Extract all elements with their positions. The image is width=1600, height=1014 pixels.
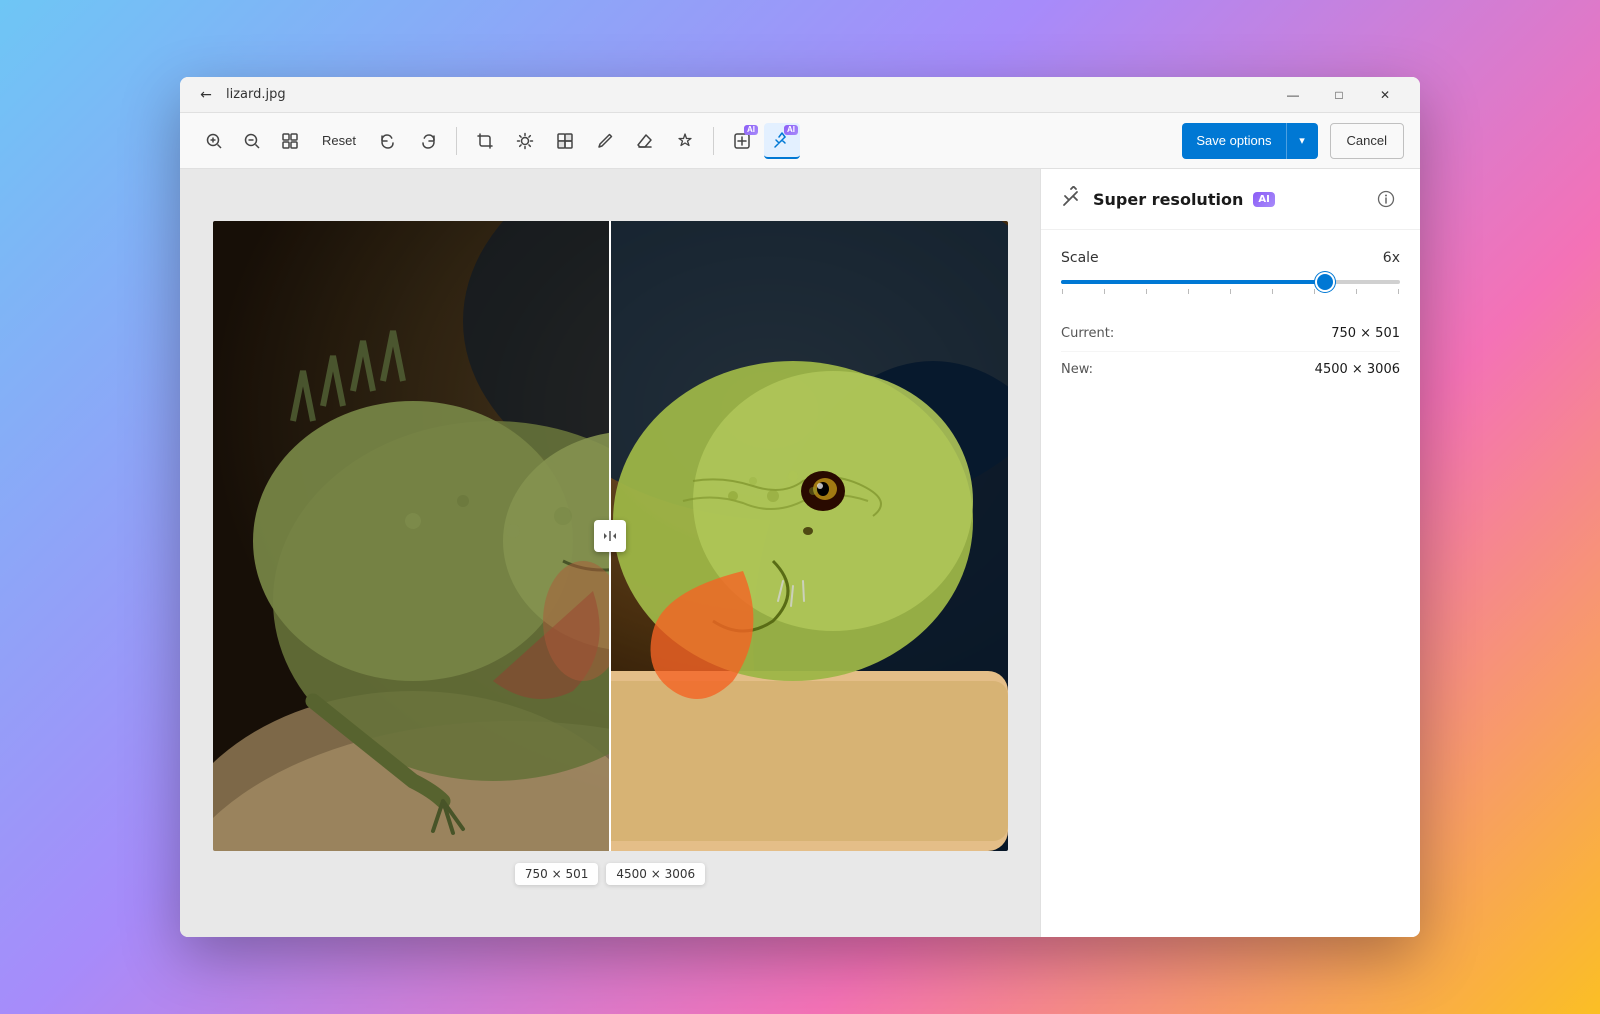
effect-button[interactable] xyxy=(667,123,703,159)
tick-2 xyxy=(1104,289,1105,294)
main-content: 750 × 501 4500 × 3006 Super resolution A… xyxy=(180,169,1420,937)
tick-1 xyxy=(1062,289,1063,294)
maximize-button[interactable]: □ xyxy=(1316,77,1362,113)
scale-value: 6x xyxy=(1383,250,1400,266)
new-value: 4500 × 3006 xyxy=(1315,362,1400,377)
draw-button[interactable] xyxy=(587,123,623,159)
current-label: Current: xyxy=(1061,326,1114,341)
tick-9 xyxy=(1398,289,1399,294)
image-right xyxy=(610,221,1008,851)
current-value: 750 × 501 xyxy=(1331,326,1400,341)
zoom-controls xyxy=(196,123,308,159)
generative-erase-button[interactable]: AI xyxy=(724,123,760,159)
slider-container xyxy=(1061,280,1400,294)
image-left xyxy=(213,221,611,851)
zoom-out-button[interactable] xyxy=(234,123,270,159)
app-window: ← lizard.jpg — □ ✕ Reset xyxy=(180,77,1420,937)
panel-info-button[interactable] xyxy=(1372,185,1400,213)
minimize-button[interactable]: — xyxy=(1270,77,1316,113)
image-area: 750 × 501 4500 × 3006 xyxy=(180,169,1040,937)
tick-5 xyxy=(1230,289,1231,294)
fit-button[interactable] xyxy=(272,123,308,159)
save-options-group: Save options ▾ xyxy=(1182,123,1317,159)
comparison-handle[interactable] xyxy=(594,520,626,552)
save-options-button[interactable]: Save options xyxy=(1182,123,1285,159)
window-title: lizard.jpg xyxy=(226,87,286,102)
slider-thumb[interactable] xyxy=(1317,274,1333,290)
back-button[interactable]: ← xyxy=(192,81,220,109)
tick-6 xyxy=(1272,289,1273,294)
ai-badge-super-res: AI xyxy=(784,125,798,135)
side-panel: Super resolution AI Scale 6x xyxy=(1040,169,1420,937)
scale-label: Scale xyxy=(1061,250,1099,266)
image-labels: 750 × 501 4500 × 3006 xyxy=(515,863,705,885)
image-container xyxy=(213,221,1008,851)
save-options-dropdown-button[interactable]: ▾ xyxy=(1286,123,1318,159)
toolbar: Reset AI xyxy=(180,113,1420,169)
tick-7 xyxy=(1314,289,1315,294)
crop-button[interactable] xyxy=(467,123,503,159)
slider-fill xyxy=(1061,280,1325,284)
erase-button[interactable] xyxy=(627,123,663,159)
undo-button[interactable] xyxy=(370,123,406,159)
panel-title: Super resolution xyxy=(1093,190,1243,209)
scale-row: Scale 6x xyxy=(1061,250,1400,266)
slider-track xyxy=(1061,280,1400,284)
zoom-in-button[interactable] xyxy=(196,123,232,159)
new-size-label: 4500 × 3006 xyxy=(606,863,705,885)
color-button[interactable] xyxy=(547,123,583,159)
divider-1 xyxy=(456,127,457,155)
titlebar: ← lizard.jpg — □ ✕ xyxy=(180,77,1420,113)
tick-8 xyxy=(1356,289,1357,294)
panel-icon xyxy=(1061,186,1083,213)
tick-3 xyxy=(1146,289,1147,294)
panel-ai-badge: AI xyxy=(1253,192,1274,207)
redo-button[interactable] xyxy=(410,123,446,159)
panel-body: Scale 6x xyxy=(1041,230,1420,937)
cancel-button[interactable]: Cancel xyxy=(1330,123,1404,159)
divider-2 xyxy=(713,127,714,155)
reset-button[interactable]: Reset xyxy=(312,123,366,159)
ai-badge-generative: AI xyxy=(744,125,758,135)
close-button[interactable]: ✕ xyxy=(1362,77,1408,113)
current-size-row: Current: 750 × 501 xyxy=(1061,316,1400,352)
brightness-button[interactable] xyxy=(507,123,543,159)
super-resolution-button[interactable]: AI xyxy=(764,123,800,159)
new-size-row: New: 4500 × 3006 xyxy=(1061,352,1400,387)
new-label: New: xyxy=(1061,362,1093,377)
panel-header: Super resolution AI xyxy=(1041,169,1420,230)
window-controls: — □ ✕ xyxy=(1270,77,1408,113)
tick-4 xyxy=(1188,289,1189,294)
slider-ticks xyxy=(1061,289,1400,294)
original-size-label: 750 × 501 xyxy=(515,863,599,885)
